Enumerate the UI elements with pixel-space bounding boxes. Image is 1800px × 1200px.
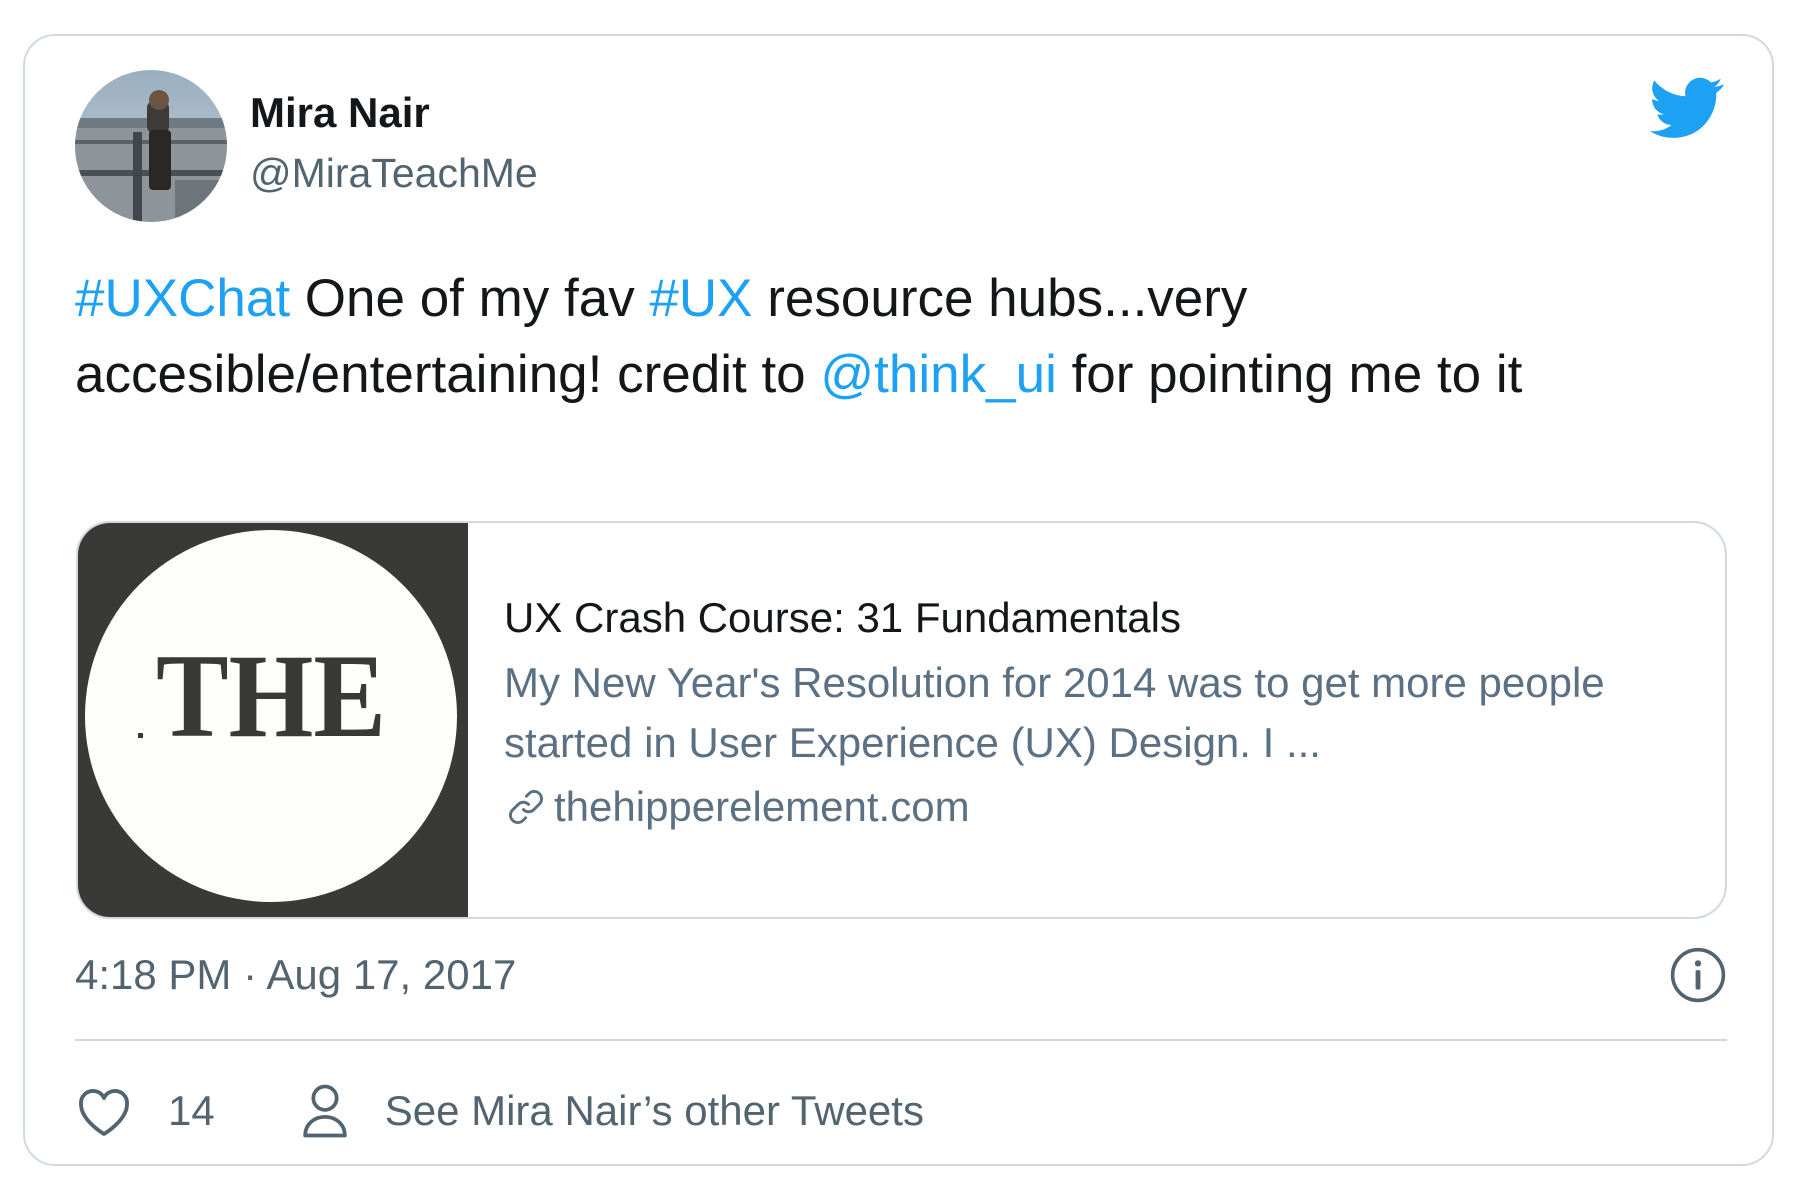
like-count: 14 bbox=[168, 1087, 215, 1134]
card-body: UX Crash Course: 31 Fundamentals My New … bbox=[504, 593, 1684, 837]
card-thumbnail: THE bbox=[78, 523, 468, 917]
card-logo-text: THE bbox=[156, 629, 386, 762]
twitter-bird-icon[interactable] bbox=[1650, 76, 1724, 140]
link-preview-card[interactable]: THE UX Crash Course: 31 Fundamentals My … bbox=[76, 521, 1727, 919]
see-other-tweets-link[interactable]: See Mira Nair’s other Tweets bbox=[385, 1087, 924, 1135]
tweet-text: #UXChat One of my fav #UX resource hubs.… bbox=[75, 261, 1745, 413]
mention-think-ui[interactable]: @think_ui bbox=[820, 345, 1056, 404]
card-description: My New Year's Resolution for 2014 was to… bbox=[504, 659, 1605, 766]
tweet-actions: 14 See Mira Nair’s other Tweets bbox=[75, 1076, 924, 1146]
tweet-text-segment: One of my fav bbox=[290, 269, 650, 328]
person-icon[interactable] bbox=[301, 1083, 349, 1139]
hashtag-uxchat[interactable]: #UXChat bbox=[75, 269, 290, 328]
author-handle[interactable]: @MiraTeachMe bbox=[250, 153, 538, 194]
heart-icon[interactable] bbox=[75, 1084, 133, 1138]
link-icon bbox=[509, 790, 543, 824]
tweet-timestamp[interactable]: 4:18 PM · Aug 17, 2017 bbox=[75, 954, 516, 996]
hashtag-ux[interactable]: #UX bbox=[649, 269, 752, 328]
info-icon[interactable] bbox=[1669, 946, 1727, 1004]
avatar[interactable] bbox=[75, 70, 227, 222]
divider bbox=[75, 1039, 1727, 1041]
card-domain: thehipperelement.com bbox=[504, 777, 1684, 837]
card-domain-text: thehipperelement.com bbox=[554, 783, 970, 830]
tweet-card: Mira Nair @MiraTeachMe #UXChat One of my… bbox=[23, 34, 1774, 1166]
tweet-text-segment: for pointing me to it bbox=[1056, 345, 1523, 404]
author-name[interactable]: Mira Nair bbox=[250, 92, 430, 134]
card-title: UX Crash Course: 31 Fundamentals bbox=[504, 594, 1181, 641]
